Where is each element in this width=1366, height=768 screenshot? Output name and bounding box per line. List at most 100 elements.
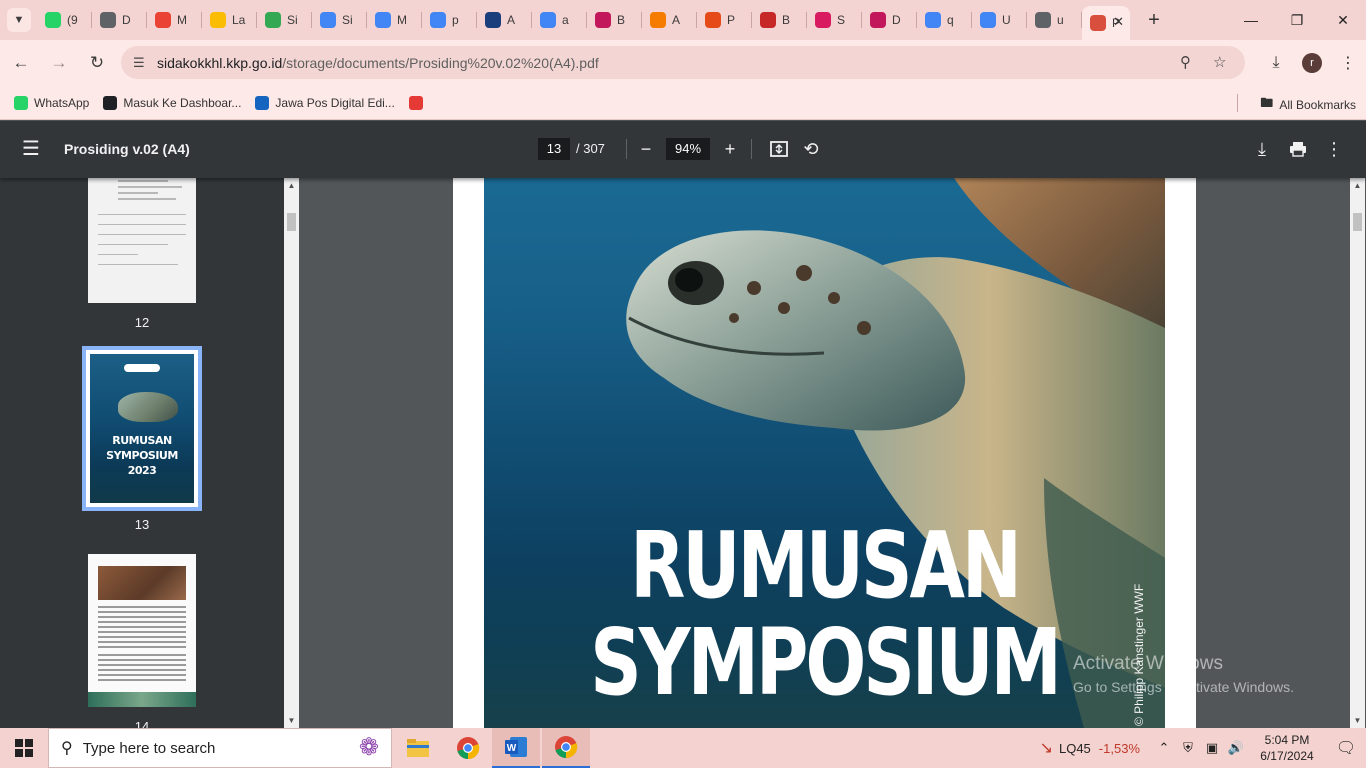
tab-16[interactable]: q bbox=[917, 0, 972, 40]
google-icon bbox=[925, 12, 941, 28]
new-tab-button[interactable]: + bbox=[1140, 6, 1168, 34]
tab-7[interactable]: p bbox=[422, 0, 477, 40]
back-button[interactable]: ← bbox=[4, 46, 38, 80]
scroll-thumb[interactable] bbox=[1353, 213, 1362, 231]
tab-0[interactable]: (9 bbox=[37, 0, 92, 40]
tab-9[interactable]: a bbox=[532, 0, 587, 40]
chrome-taskbar-button[interactable] bbox=[444, 728, 492, 768]
globe-icon bbox=[1035, 12, 1051, 28]
file-explorer-button[interactable] bbox=[394, 728, 442, 768]
rotate-icon[interactable]: ⟲ bbox=[798, 136, 824, 162]
arrow-right-icon: → bbox=[50, 53, 68, 72]
address-bar[interactable]: ☰ sidakokkhl.kkp.go.id/storage/documents… bbox=[121, 46, 1245, 79]
thumbnail-cover-image: RUMUSAN SYMPOSIUM 2023 bbox=[90, 354, 194, 503]
start-button[interactable] bbox=[0, 728, 48, 768]
bookmark-3[interactable] bbox=[408, 95, 429, 110]
thumbnail-number: 12 bbox=[134, 315, 150, 330]
tab-3[interactable]: La bbox=[202, 0, 257, 40]
scroll-thumb[interactable] bbox=[287, 213, 296, 231]
chrome-profile-taskbar-button[interactable] bbox=[542, 728, 590, 768]
tab-active[interactable]: P ✕ bbox=[1082, 6, 1130, 40]
tab-search-button[interactable]: ▼ bbox=[7, 8, 31, 32]
bookmark-0[interactable]: WhatsApp bbox=[14, 95, 89, 110]
tab-11[interactable]: A bbox=[642, 0, 697, 40]
thumbnail-scrollbar[interactable]: ▲ ▼ bbox=[284, 178, 299, 728]
taskbar-search[interactable]: ⚲ Type here to search ❁ bbox=[48, 728, 392, 768]
tab-6[interactable]: M bbox=[367, 0, 422, 40]
tab-1[interactable]: D bbox=[92, 0, 147, 40]
thumbnail-number: 14 bbox=[134, 719, 150, 728]
close-icon[interactable]: ✕ bbox=[1113, 14, 1124, 30]
scroll-up-icon[interactable]: ▲ bbox=[1350, 178, 1365, 193]
pdf-viewer: RUMUSAN SYMPOSIUM © Philipp Kanstinger W… bbox=[299, 178, 1350, 728]
tab-2[interactable]: M bbox=[147, 0, 202, 40]
instagram-icon bbox=[815, 12, 831, 28]
gmail-icon bbox=[155, 12, 171, 28]
more-options-icon[interactable]: ⋮ bbox=[1321, 136, 1347, 162]
thumbnail-page-12[interactable] bbox=[88, 178, 196, 303]
sidebar-menu-icon[interactable]: ☰ bbox=[22, 139, 40, 159]
tab-8[interactable]: A bbox=[477, 0, 532, 40]
kompas-icon bbox=[485, 12, 501, 28]
scroll-up-icon[interactable]: ▲ bbox=[284, 178, 299, 193]
scroll-down-icon[interactable]: ▼ bbox=[1350, 713, 1365, 728]
site-info-icon[interactable]: ☰ bbox=[133, 55, 151, 71]
tab-18[interactable]: u bbox=[1027, 0, 1082, 40]
all-bookmarks-button[interactable]: 🖿 All Bookmarks bbox=[1260, 94, 1356, 116]
tab-15[interactable]: D bbox=[862, 0, 917, 40]
thumb-title-line1: RUMUSAN bbox=[112, 434, 172, 447]
tab-label: A bbox=[507, 13, 516, 27]
star-icon[interactable]: ☆ bbox=[1213, 53, 1226, 71]
word-taskbar-button[interactable]: W bbox=[492, 728, 540, 768]
thumbnail-number: 13 bbox=[134, 517, 150, 532]
tab-5[interactable]: Si bbox=[312, 0, 367, 40]
fit-page-icon[interactable] bbox=[766, 136, 792, 162]
bookmark-2[interactable]: Jawa Pos Digital Edi... bbox=[255, 95, 395, 110]
zoom-out-icon[interactable]: − bbox=[633, 136, 659, 162]
pdf-download-icon[interactable]: ⤓ bbox=[1249, 136, 1275, 162]
tab-4[interactable]: Si bbox=[257, 0, 312, 40]
zoom-input[interactable]: 94% bbox=[666, 138, 710, 160]
thumbnail-page-14[interactable] bbox=[88, 554, 196, 707]
toolbar-divider bbox=[626, 139, 627, 159]
google-icon bbox=[540, 12, 556, 28]
scroll-down-icon[interactable]: ▼ bbox=[284, 713, 299, 728]
zoom-in-icon[interactable]: + bbox=[717, 136, 743, 162]
print-icon[interactable] bbox=[1285, 136, 1311, 162]
globe-icon bbox=[103, 95, 118, 110]
tab-13[interactable]: B bbox=[752, 0, 807, 40]
volume-icon[interactable]: 🔊 bbox=[1224, 740, 1248, 756]
search-icon: ⚲ bbox=[61, 740, 73, 757]
stock-change[interactable]: -1,53% bbox=[1099, 741, 1140, 756]
menu-kebab-icon[interactable]: ⋮ bbox=[1330, 53, 1366, 73]
clock[interactable]: 5:04 PM 6/17/2024 bbox=[1248, 732, 1326, 764]
tab-label: A bbox=[672, 13, 681, 27]
thumbnail-page-13[interactable]: RUMUSAN SYMPOSIUM 2023 bbox=[82, 346, 202, 511]
stock-name[interactable]: LQ45 bbox=[1059, 741, 1091, 756]
reload-button[interactable]: ↻ bbox=[80, 46, 114, 80]
network-icon[interactable]: ▣ bbox=[1200, 740, 1224, 756]
tab-label: D bbox=[122, 13, 131, 27]
tab-12[interactable]: P bbox=[697, 0, 752, 40]
vercel-v-icon bbox=[650, 12, 666, 28]
zoom-icon[interactable]: ⚲ bbox=[1180, 53, 1191, 71]
clock-date: 6/17/2024 bbox=[1260, 749, 1314, 763]
close-window-icon[interactable]: ✕ bbox=[1320, 0, 1366, 40]
viewer-scrollbar[interactable]: ▲ ▼ bbox=[1350, 178, 1365, 728]
profile-button[interactable]: r bbox=[1294, 53, 1330, 73]
download-icon[interactable]: ⤓ bbox=[1258, 54, 1294, 72]
page-number-input[interactable]: 13 bbox=[538, 138, 570, 160]
tab-label: M bbox=[397, 13, 407, 27]
notification-icon[interactable]: 🗨 bbox=[1326, 738, 1366, 758]
url-text[interactable]: sidakokkhl.kkp.go.id/storage/documents/P… bbox=[157, 55, 599, 71]
tab-label: q bbox=[947, 13, 954, 27]
restore-icon[interactable]: ❐ bbox=[1274, 0, 1320, 40]
tab-17[interactable]: U bbox=[972, 0, 1027, 40]
minimize-icon[interactable]: — bbox=[1228, 0, 1274, 40]
security-icon[interactable]: ⛨ bbox=[1176, 740, 1200, 756]
tab-10[interactable]: B bbox=[587, 0, 642, 40]
chevron-up-icon[interactable]: ⌃ bbox=[1152, 740, 1176, 756]
forward-button[interactable]: → bbox=[42, 46, 76, 80]
bookmark-1[interactable]: Masuk Ke Dashboar... bbox=[103, 95, 241, 110]
tab-14[interactable]: S bbox=[807, 0, 862, 40]
